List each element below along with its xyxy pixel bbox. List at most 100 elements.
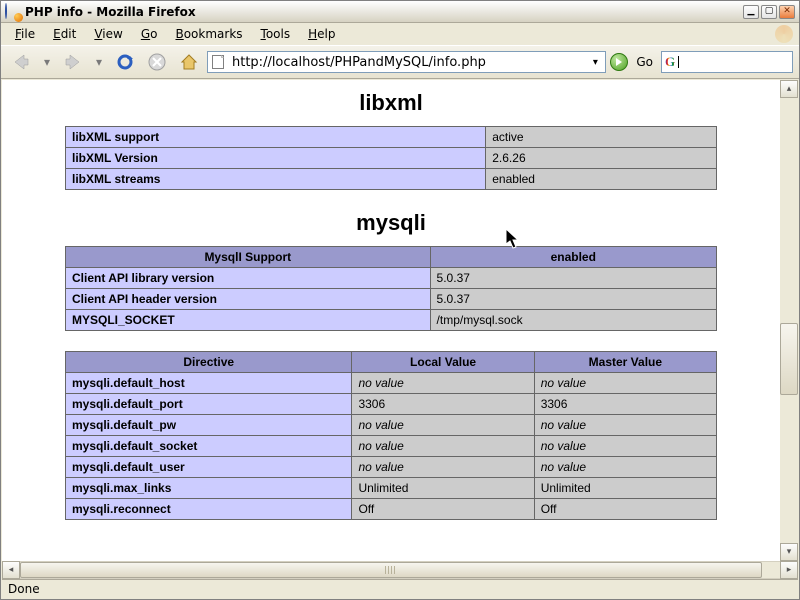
stop-button[interactable] bbox=[143, 48, 171, 76]
firefox-icon bbox=[5, 4, 21, 20]
menu-view[interactable]: View bbox=[86, 25, 130, 43]
master-value: no value bbox=[534, 436, 716, 457]
directive-value: active bbox=[486, 127, 717, 148]
local-value: Unlimited bbox=[352, 478, 534, 499]
content-viewport: libxml libXML supportactivelibXML Versio… bbox=[2, 80, 798, 561]
libxml-table: libXML supportactivelibXML Version2.6.26… bbox=[65, 126, 717, 190]
horizontal-scrollbar[interactable]: ◂ ▸ bbox=[2, 561, 798, 579]
menu-help[interactable]: Help bbox=[300, 25, 343, 43]
table-row: libXML Version2.6.26 bbox=[66, 148, 717, 169]
directive-name: mysqli.default_user bbox=[66, 457, 352, 478]
google-icon: G bbox=[665, 54, 675, 70]
status-bar: Done bbox=[2, 579, 798, 598]
section-heading-mysqli: mysqli bbox=[2, 210, 780, 236]
directive-name: libXML support bbox=[66, 127, 486, 148]
directive-name: libXML Version bbox=[66, 148, 486, 169]
table-row: mysqli.reconnectOffOff bbox=[66, 499, 717, 520]
window-title: PHP info - Mozilla Firefox bbox=[25, 5, 196, 19]
table-row: mysqli.default_userno valueno value bbox=[66, 457, 717, 478]
local-value: no value bbox=[352, 373, 534, 394]
table-row: mysqli.default_hostno valueno value bbox=[66, 373, 717, 394]
scroll-left-button[interactable]: ◂ bbox=[2, 561, 20, 579]
table-row: mysqli.default_socketno valueno value bbox=[66, 436, 717, 457]
scroll-down-button[interactable]: ▾ bbox=[780, 543, 798, 561]
search-caret bbox=[678, 56, 679, 68]
page-icon bbox=[210, 54, 226, 70]
master-value: 3306 bbox=[534, 394, 716, 415]
directive-name: mysqli.max_links bbox=[66, 478, 352, 499]
browser-window: PHP info - Mozilla Firefox ▁ ▢ ✕ File Ed… bbox=[0, 0, 800, 600]
master-value: Off bbox=[534, 499, 716, 520]
master-value: Unlimited bbox=[534, 478, 716, 499]
directive-name: mysqli.reconnect bbox=[66, 499, 352, 520]
table-row: MYSQLI_SOCKET/tmp/mysql.sock bbox=[66, 310, 717, 331]
vertical-scrollbar[interactable]: ▴ ▾ bbox=[780, 80, 798, 561]
section-heading-libxml: libxml bbox=[2, 90, 780, 116]
directive-name: mysqli.default_pw bbox=[66, 415, 352, 436]
local-value: 3306 bbox=[352, 394, 534, 415]
status-text: Done bbox=[8, 582, 40, 596]
mysqli-support-table: MysqlI Support enabled Client API librar… bbox=[65, 246, 717, 331]
go-button[interactable] bbox=[610, 53, 628, 71]
reload-button[interactable] bbox=[111, 48, 139, 76]
scroll-track[interactable] bbox=[780, 98, 798, 543]
col-header: MysqlI Support bbox=[66, 247, 431, 268]
menu-file[interactable]: File bbox=[7, 25, 43, 43]
back-dropdown[interactable]: ▾ bbox=[39, 48, 55, 76]
directive-value: 2.6.26 bbox=[486, 148, 717, 169]
table-row: mysqli.default_pwno valueno value bbox=[66, 415, 717, 436]
search-box[interactable]: G bbox=[661, 51, 793, 73]
forward-dropdown[interactable]: ▾ bbox=[91, 48, 107, 76]
master-value: no value bbox=[534, 415, 716, 436]
col-header: Master Value bbox=[534, 352, 716, 373]
directive-name: Client API header version bbox=[66, 289, 431, 310]
mysqli-directives-table: Directive Local Value Master Value mysql… bbox=[65, 351, 717, 520]
menu-go[interactable]: Go bbox=[133, 25, 166, 43]
scroll-right-button[interactable]: ▸ bbox=[780, 561, 798, 579]
directive-name: mysqli.default_socket bbox=[66, 436, 352, 457]
url-bar[interactable]: ▾ bbox=[207, 51, 606, 73]
local-value: no value bbox=[352, 415, 534, 436]
forward-button[interactable] bbox=[59, 48, 87, 76]
url-input[interactable] bbox=[230, 54, 587, 71]
hscroll-track[interactable] bbox=[20, 561, 780, 579]
master-value: no value bbox=[534, 373, 716, 394]
maximize-button[interactable]: ▢ bbox=[761, 5, 777, 19]
directive-name: MYSQLI_SOCKET bbox=[66, 310, 431, 331]
local-value: Off bbox=[352, 499, 534, 520]
table-row: mysqli.default_port33063306 bbox=[66, 394, 717, 415]
col-header: Local Value bbox=[352, 352, 534, 373]
directive-name: libXML streams bbox=[66, 169, 486, 190]
scroll-thumb[interactable] bbox=[780, 323, 798, 395]
table-row: Client API library version5.0.37 bbox=[66, 268, 717, 289]
table-row: mysqli.max_linksUnlimitedUnlimited bbox=[66, 478, 717, 499]
directive-name: mysqli.default_port bbox=[66, 394, 352, 415]
title-bar: PHP info - Mozilla Firefox ▁ ▢ ✕ bbox=[1, 1, 799, 23]
menu-tools[interactable]: Tools bbox=[253, 25, 299, 43]
go-label: Go bbox=[636, 55, 653, 69]
menu-bar: File Edit View Go Bookmarks Tools Help bbox=[1, 23, 799, 45]
scroll-up-button[interactable]: ▴ bbox=[780, 80, 798, 98]
directive-value: 5.0.37 bbox=[430, 289, 716, 310]
menu-edit[interactable]: Edit bbox=[45, 25, 84, 43]
activity-throbber-icon bbox=[775, 25, 793, 43]
close-button[interactable]: ✕ bbox=[779, 5, 795, 19]
directive-name: mysqli.default_host bbox=[66, 373, 352, 394]
col-header: Directive bbox=[66, 352, 352, 373]
home-button[interactable] bbox=[175, 48, 203, 76]
table-row: libXML streamsenabled bbox=[66, 169, 717, 190]
col-header: enabled bbox=[430, 247, 716, 268]
hscroll-thumb[interactable] bbox=[20, 562, 762, 578]
directive-name: Client API library version bbox=[66, 268, 431, 289]
minimize-button[interactable]: ▁ bbox=[743, 5, 759, 19]
page-content: libxml libXML supportactivelibXML Versio… bbox=[2, 80, 780, 561]
back-button[interactable] bbox=[7, 48, 35, 76]
table-row: Client API header version5.0.37 bbox=[66, 289, 717, 310]
directive-value: 5.0.37 bbox=[430, 268, 716, 289]
directive-value: enabled bbox=[486, 169, 717, 190]
table-row: libXML supportactive bbox=[66, 127, 717, 148]
directive-value: /tmp/mysql.sock bbox=[430, 310, 716, 331]
local-value: no value bbox=[352, 457, 534, 478]
url-dropdown-icon[interactable]: ▾ bbox=[587, 57, 603, 68]
menu-bookmarks[interactable]: Bookmarks bbox=[167, 25, 250, 43]
